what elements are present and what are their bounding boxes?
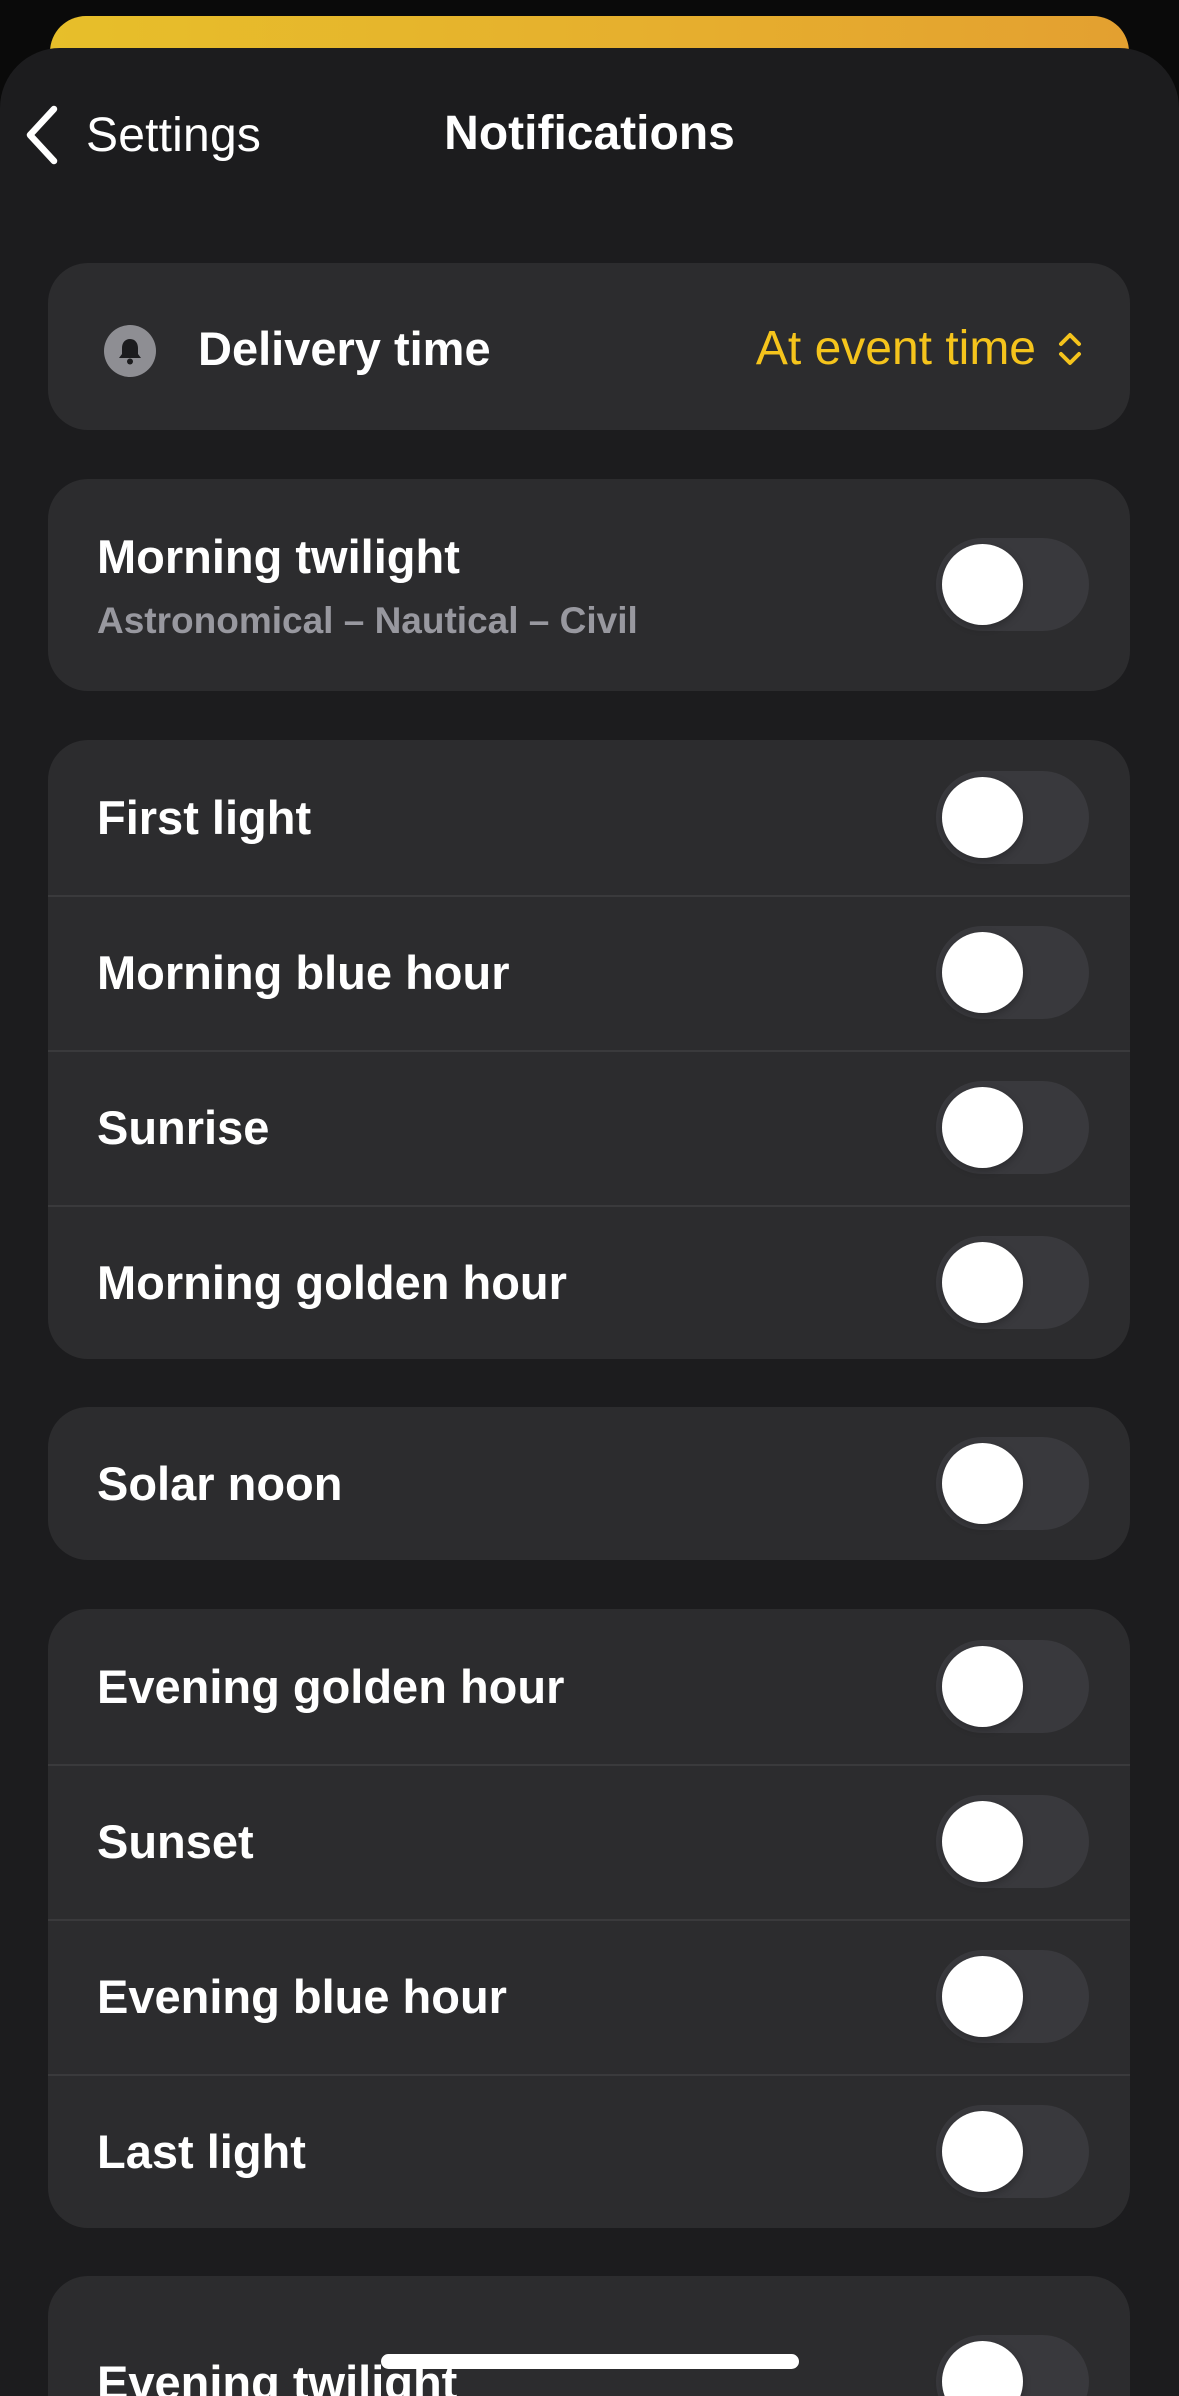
list-item: First light xyxy=(48,740,1130,895)
delivery-time-label: Delivery time xyxy=(198,322,491,375)
sunrise-toggle[interactable] xyxy=(936,1081,1089,1174)
delivery-time-picker[interactable]: At event time xyxy=(756,321,1084,376)
morning-events-group: First light Morning blue hour Sunrise Mo… xyxy=(48,740,1130,1359)
list-item: Evening blue hour xyxy=(48,1919,1130,2074)
evening-golden-hour-toggle[interactable] xyxy=(936,1640,1089,1733)
row-label: Morning golden hour xyxy=(97,1256,567,1309)
toggle-knob xyxy=(942,1087,1023,1168)
delivery-time-row[interactable]: Delivery time At event time xyxy=(48,263,1130,430)
bell-icon xyxy=(104,325,156,377)
evening-events-group: Evening golden hour Sunset Evening blue … xyxy=(48,1609,1130,2228)
toggle-knob xyxy=(942,1443,1023,1524)
list-item: Sunset xyxy=(48,1764,1130,1919)
evening-blue-hour-toggle[interactable] xyxy=(936,1950,1089,2043)
toggle-knob xyxy=(942,1956,1023,2037)
list-item: Sunrise xyxy=(48,1050,1130,1205)
row-label: Last light xyxy=(97,2125,306,2178)
list-item: Solar noon xyxy=(48,1407,1130,1560)
row-sublabel: Astronomical – Nautical – Civil xyxy=(97,599,638,641)
row-label: Evening blue hour xyxy=(97,1970,507,2023)
chevron-up-down-icon xyxy=(1059,332,1081,365)
list-item: Last light xyxy=(48,2074,1130,2228)
row-label: Solar noon xyxy=(97,1457,343,1510)
toggle-knob xyxy=(942,2111,1023,2192)
toggle-knob xyxy=(942,1646,1023,1727)
screen: Settings Notifications Delivery time At … xyxy=(0,0,1179,2396)
solar-noon-toggle[interactable] xyxy=(936,1437,1089,1530)
row-label: Sunrise xyxy=(97,1101,270,1154)
row-label: Morning twilight xyxy=(97,529,460,583)
toggle-knob xyxy=(942,1801,1023,1882)
toggle-knob xyxy=(942,932,1023,1013)
row-label: First light xyxy=(97,791,312,844)
row-label: Sunset xyxy=(97,1815,254,1868)
list-item: Evening twilight xyxy=(48,2276,1130,2396)
home-indicator[interactable] xyxy=(381,2354,799,2369)
sunset-toggle[interactable] xyxy=(936,1795,1089,1888)
page-title: Notifications xyxy=(444,107,735,160)
morning-golden-hour-toggle[interactable] xyxy=(936,1236,1089,1329)
solar-noon-group: Solar noon xyxy=(48,1407,1130,1560)
toggle-knob xyxy=(942,1242,1023,1323)
delivery-time-value: At event time xyxy=(755,322,1036,375)
toggle-knob xyxy=(942,544,1023,625)
list-item: Morning golden hour xyxy=(48,1205,1130,1359)
toggle-knob xyxy=(942,777,1023,858)
evening-twilight-group: Evening twilight xyxy=(48,2276,1130,2396)
last-light-toggle[interactable] xyxy=(936,2105,1089,2198)
evening-twilight-toggle[interactable] xyxy=(936,2335,1089,2396)
morning-blue-hour-toggle[interactable] xyxy=(936,926,1089,1019)
row-label: Morning blue hour xyxy=(97,946,510,999)
morning-twilight-group: Morning twilight Astronomical – Nautical… xyxy=(48,479,1130,691)
morning-twilight-toggle[interactable] xyxy=(936,538,1089,631)
list-item: Evening golden hour xyxy=(48,1609,1130,1764)
list-item: Morning twilight Astronomical – Nautical… xyxy=(48,479,1130,691)
list-item: Morning blue hour xyxy=(48,895,1130,1050)
row-label: Evening golden hour xyxy=(97,1660,565,1713)
first-light-toggle[interactable] xyxy=(936,771,1089,864)
toggle-knob xyxy=(942,2341,1023,2396)
navigation-bar: Settings Notifications xyxy=(0,48,1179,218)
